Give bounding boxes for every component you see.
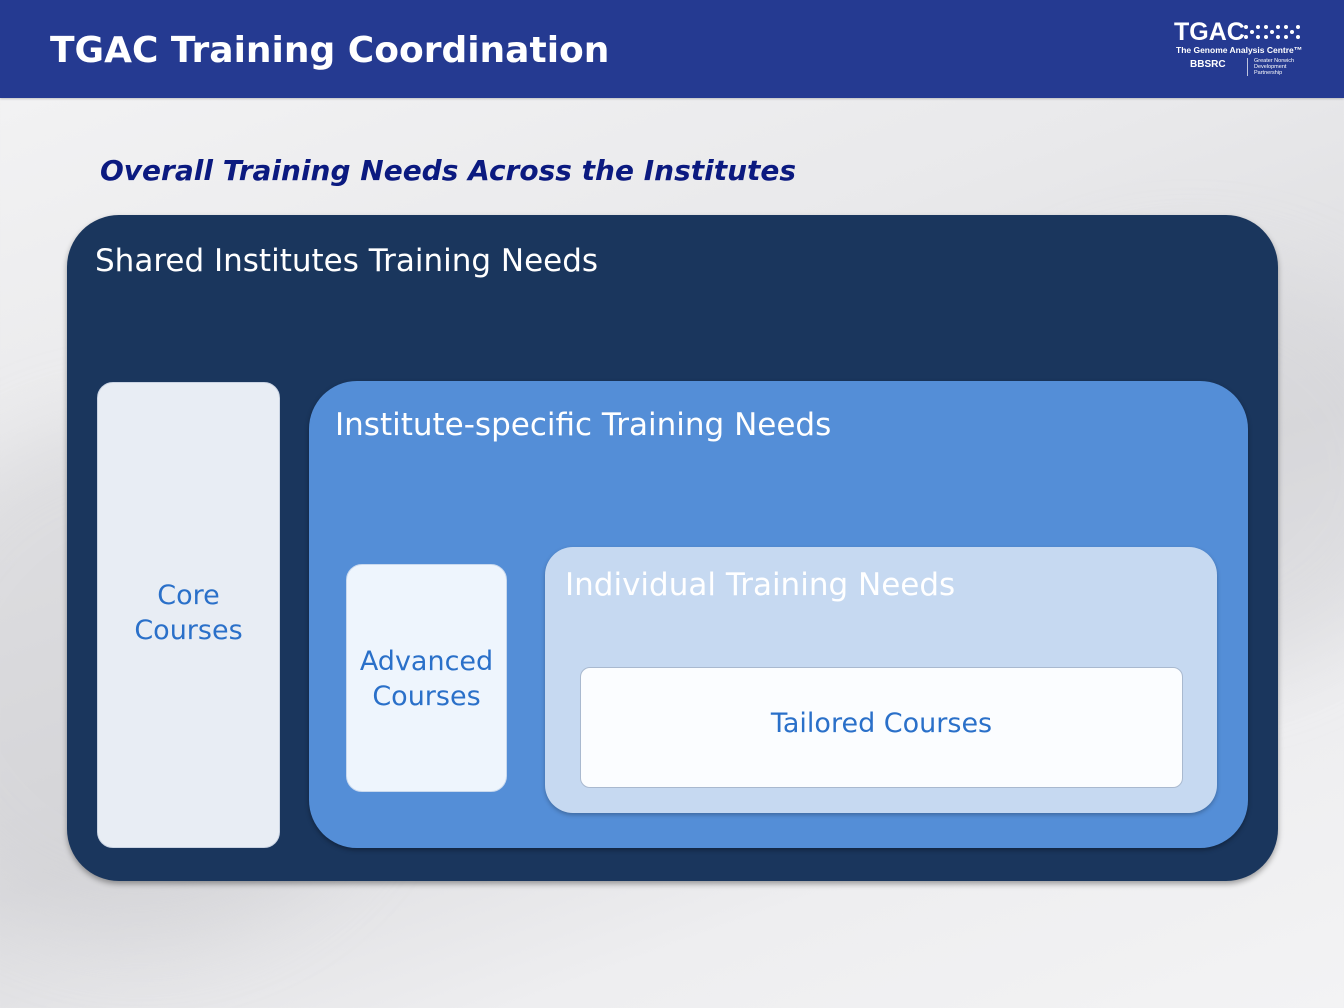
logo-wordmark: TGAC [1174, 18, 1245, 46]
tgac-logo: TGAC The Genome Analysis Centre™ BBSRC G… [1174, 18, 1324, 82]
logo-dots-icon [1244, 25, 1300, 39]
individual-needs-label: Individual Training Needs [565, 567, 956, 603]
core-courses-line2: Courses [134, 615, 243, 646]
core-courses-label: Core Courses [98, 578, 279, 648]
institute-needs-label: Institute-specific Training Needs [335, 407, 832, 443]
logo-subtitle: The Genome Analysis Centre™ [1176, 45, 1303, 55]
advanced-courses-box: Advanced Courses [346, 564, 507, 792]
diagram-subtitle: Overall Training Needs Across the Instit… [100, 154, 797, 187]
core-courses-box: Core Courses [97, 382, 280, 848]
page-title: TGAC Training Coordination [50, 30, 610, 71]
logo-divider [1247, 58, 1248, 76]
header-bar: TGAC Training Coordination TGAC The Geno… [0, 0, 1344, 98]
tailored-courses-label: Tailored Courses [770, 708, 993, 739]
shared-needs-label: Shared Institutes Training Needs [95, 243, 599, 279]
bbsrc-logo: BBSRC [1190, 59, 1226, 70]
tailored-courses-box: Tailored Courses [580, 667, 1183, 788]
advanced-courses-line2: Courses [372, 681, 481, 712]
advanced-courses-line1: Advanced [359, 646, 494, 677]
partner-logo-text: Greater Norwich Development Partnership [1254, 58, 1295, 76]
core-courses-line1: Core [157, 580, 220, 611]
advanced-courses-label: Advanced Courses [347, 644, 506, 714]
